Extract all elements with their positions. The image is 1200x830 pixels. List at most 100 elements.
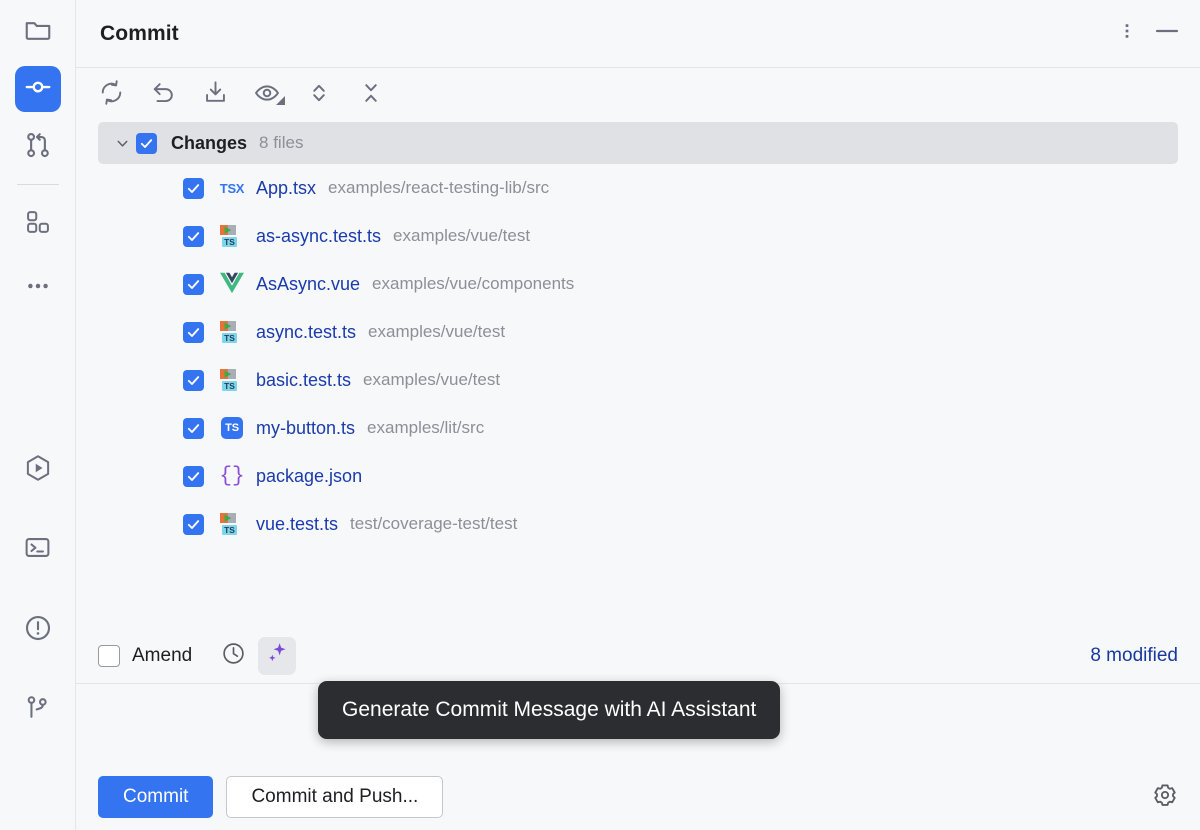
collapse-chevrons-icon xyxy=(358,80,384,111)
file-path: examples/vue/components xyxy=(372,274,575,293)
modified-count-link[interactable]: 8 modified xyxy=(1090,645,1178,667)
file-name: basic.test.ts xyxy=(256,369,352,390)
file-checkbox[interactable] xyxy=(183,417,204,439)
more-options-button[interactable] xyxy=(1112,19,1142,49)
grid-squares-icon xyxy=(24,208,52,241)
ts-test-file-icon: TS xyxy=(219,223,245,249)
file-checkbox[interactable] xyxy=(183,177,204,199)
file-row[interactable]: TS my-button.ts examples/lit/src xyxy=(76,404,1200,452)
file-checkbox[interactable] xyxy=(183,321,204,343)
rail-item-run[interactable] xyxy=(15,447,61,493)
file-checkbox[interactable] xyxy=(183,513,204,535)
changes-tree: Changes 8 files TSX App.tsx examples/react… xyxy=(76,122,1200,628)
json-file-icon: {} xyxy=(219,464,245,488)
page-title: Commit xyxy=(100,21,179,45)
chevron-down-icon[interactable] xyxy=(108,129,136,157)
panel-header: Commit xyxy=(76,0,1200,68)
svg-text:TS: TS xyxy=(224,381,235,391)
file-row[interactable]: TSX App.tsx examples/react-testing-lib/src xyxy=(76,164,1200,212)
header-actions xyxy=(1112,19,1182,49)
file-row[interactable]: TS vue.test.ts test/coverage-test/test xyxy=(76,500,1200,548)
expand-all-button[interactable] xyxy=(298,76,340,114)
refresh-icon xyxy=(98,79,125,111)
refresh-changes-button[interactable] xyxy=(90,76,132,114)
terminal-icon xyxy=(23,533,52,567)
file-name: async.test.ts xyxy=(256,321,357,342)
vue-file-icon xyxy=(220,270,244,299)
expand-chevrons-icon xyxy=(306,80,332,111)
ts-test-file-icon: TS xyxy=(219,367,245,393)
ts-test-file-icon: TS xyxy=(219,511,245,537)
rail-item-terminal[interactable] xyxy=(15,527,61,573)
file-checkbox[interactable] xyxy=(183,465,204,487)
git-branch-icon xyxy=(23,693,52,727)
svg-text:TS: TS xyxy=(224,525,235,535)
amend-label: Amend xyxy=(132,644,193,666)
commit-settings-button[interactable] xyxy=(1148,780,1182,814)
rail-item-commit[interactable] xyxy=(14,66,61,112)
svg-text:TS: TS xyxy=(224,237,235,247)
rail-item-problems[interactable] xyxy=(15,607,61,653)
amend-checkbox[interactable] xyxy=(98,644,120,667)
commit-message-history-button[interactable] xyxy=(218,641,248,671)
file-name: as-async.test.ts xyxy=(256,225,382,246)
file-checkbox[interactable] xyxy=(183,225,204,247)
file-name: vue.test.ts xyxy=(256,513,339,534)
changes-node-label: Changes xyxy=(171,132,248,153)
folder-icon xyxy=(23,15,53,50)
file-path: examples/vue/test xyxy=(368,322,506,341)
commit-node-icon xyxy=(23,72,53,107)
commit-tool-window: Commit Changes 8 files TSX App.tsx examp… xyxy=(0,0,1200,830)
file-list: TSX App.tsx examples/react-testing-lib/src… xyxy=(76,164,1200,548)
changes-node-checkbox[interactable] xyxy=(136,132,157,154)
file-checkbox[interactable] xyxy=(183,369,204,391)
ai-button-tooltip: Generate Commit Message with AI Assistan… xyxy=(318,681,781,739)
changes-node-row[interactable]: Changes 8 files xyxy=(98,122,1178,164)
show-diff-preview-button[interactable] xyxy=(246,76,288,114)
horizontal-dots-icon xyxy=(24,272,52,305)
tool-window-rail xyxy=(0,0,76,830)
file-row[interactable]: AsAsync.vue examples/vue/components xyxy=(76,260,1200,308)
download-tray-icon xyxy=(202,79,229,111)
file-name: AsAsync.vue xyxy=(256,273,361,294)
update-project-button[interactable] xyxy=(194,76,236,114)
changes-node-count: 8 files xyxy=(259,133,304,152)
ai-sparkle-icon xyxy=(265,641,289,670)
ts-file-icon: TS xyxy=(221,417,243,439)
gear-icon xyxy=(1152,782,1178,813)
commit-button[interactable]: Commit xyxy=(98,776,214,818)
dropdown-triangle-icon xyxy=(276,92,285,110)
file-name: App.tsx xyxy=(256,177,317,198)
rollback-changes-button[interactable] xyxy=(142,76,184,114)
file-path: examples/vue/test xyxy=(393,226,531,245)
amend-bar: Amend 8 modified xyxy=(76,628,1200,684)
minimize-button[interactable] xyxy=(1152,19,1182,49)
clock-history-icon xyxy=(221,641,246,671)
file-row[interactable]: TS async.test.ts examples/vue/test xyxy=(76,308,1200,356)
file-checkbox[interactable] xyxy=(183,273,204,295)
minimize-icon xyxy=(1152,20,1182,47)
rail-item-pull-requests[interactable] xyxy=(15,124,61,170)
rail-item-plugins[interactable] xyxy=(15,201,61,247)
commit-actions-bar: Commit Commit and Push... xyxy=(76,764,1200,830)
file-path: examples/react-testing-lib/src xyxy=(328,178,550,197)
file-path: test/coverage-test/test xyxy=(350,514,518,533)
file-row[interactable]: TS basic.test.ts examples/vue/test xyxy=(76,356,1200,404)
file-name: package.json xyxy=(256,465,363,486)
vertical-dots-icon xyxy=(1116,20,1138,47)
commit-and-push-button[interactable]: Commit and Push... xyxy=(226,776,444,818)
exclamation-circle-icon xyxy=(23,613,53,648)
file-row[interactable]: TS as-async.test.ts examples/vue/test xyxy=(76,212,1200,260)
collapse-all-button[interactable] xyxy=(350,76,392,114)
rail-item-more-tool-windows[interactable] xyxy=(15,265,61,311)
file-path: examples/vue/test xyxy=(363,370,501,389)
rail-item-version-control-branch[interactable] xyxy=(15,687,61,733)
pull-request-icon xyxy=(23,130,53,165)
file-path: examples/lit/src xyxy=(367,418,485,437)
file-row[interactable]: {} package.json xyxy=(76,452,1200,500)
undo-arrow-icon xyxy=(150,79,177,111)
rail-item-project-files[interactable] xyxy=(15,9,61,55)
svg-text:TS: TS xyxy=(224,333,235,343)
rail-divider xyxy=(16,184,59,185)
generate-commit-message-ai-button[interactable] xyxy=(258,636,297,675)
